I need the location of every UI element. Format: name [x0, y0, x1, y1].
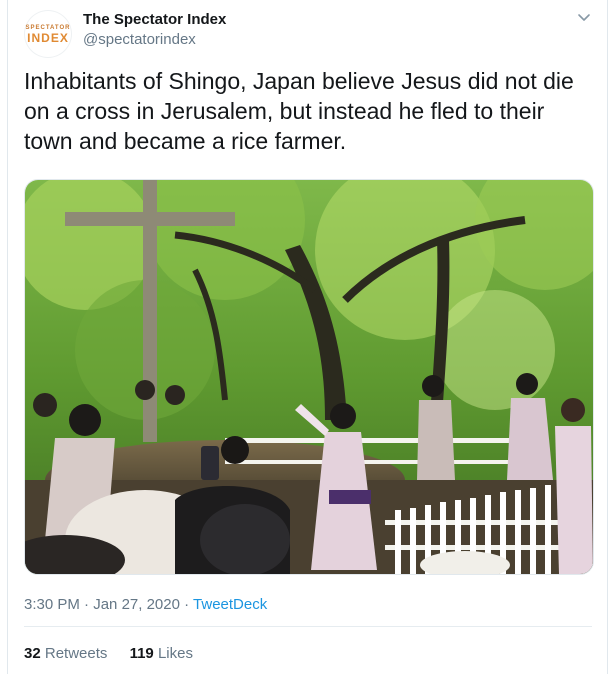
author-name[interactable]: The Spectator Index — [83, 11, 226, 28]
likes-label: Likes — [157, 645, 193, 662]
tweet-source-link[interactable]: TweetDeck — [193, 596, 267, 613]
meta-separator: · — [179, 596, 194, 613]
tweet-photo[interactable] — [24, 179, 594, 575]
tweet-time[interactable]: 3:30 PM — [24, 596, 80, 613]
retweets-count: 32 — [24, 645, 41, 662]
tweet-date[interactable]: Jan 27, 2020 — [93, 596, 180, 613]
retweets-stat[interactable]: 32 Retweets — [24, 645, 107, 662]
photo-illustration — [25, 180, 593, 574]
divider — [24, 626, 592, 627]
retweets-label: Retweets — [44, 645, 108, 662]
tweet-text: Inhabitants of Shingo, Japan believe Jes… — [24, 68, 574, 154]
card-border-left — [7, 0, 8, 674]
card-border-right — [607, 0, 608, 674]
tweet-stats: 32 Retweets 119 Likes — [24, 645, 193, 662]
likes-count: 119 — [129, 645, 154, 662]
author-handle[interactable]: @spectatorindex — [83, 31, 196, 48]
likes-stat[interactable]: 119 Likes — [130, 645, 193, 662]
avatar-logo-bottom: INDEX — [27, 30, 69, 45]
meta-separator: · — [79, 596, 94, 613]
tweet-meta: 3:30 PM · Jan 27, 2020 · TweetDeck — [24, 596, 267, 613]
chevron-down-icon[interactable] — [576, 10, 592, 26]
avatar[interactable]: SPECTATOR INDEX — [24, 10, 72, 58]
